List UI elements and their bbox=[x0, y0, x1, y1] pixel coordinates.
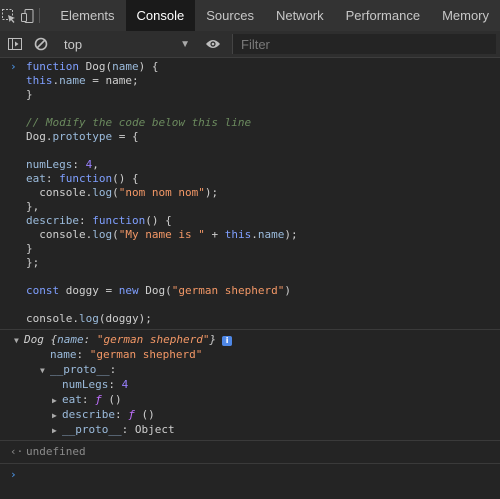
tab-performance[interactable]: Performance bbox=[335, 0, 431, 31]
code-line: eat: function() { bbox=[26, 172, 139, 185]
context-label: top bbox=[64, 36, 83, 52]
filter-input[interactable] bbox=[232, 34, 496, 54]
property-row-proto[interactable]: ▼ __proto__: bbox=[0, 362, 500, 377]
code-line: console.log(doggy); bbox=[26, 312, 152, 325]
code-line: console.log("My name is " + this.name); bbox=[26, 228, 298, 241]
expand-triangle-icon[interactable]: ▼ bbox=[14, 333, 24, 348]
code-line: this.name = name; bbox=[26, 74, 139, 87]
code-line: const doggy = new Dog("german shepherd") bbox=[26, 284, 291, 297]
console-prompt-input[interactable]: › bbox=[0, 468, 500, 482]
code-line: Dog.prototype = { bbox=[26, 130, 139, 143]
object-summary[interactable]: ▼ Dog {name: "german shepherd"} i bbox=[0, 332, 500, 347]
code-line: // Modify the code below this line bbox=[26, 116, 252, 129]
property-row[interactable]: ▶ describe: ƒ () bbox=[0, 407, 500, 422]
clear-console-icon[interactable] bbox=[30, 33, 52, 55]
console-toolbar: top ▼ bbox=[0, 31, 500, 58]
chevron-down-icon: ▼ bbox=[180, 38, 190, 50]
code-line: console.log("nom nom nom"); bbox=[26, 186, 219, 199]
show-sidebar-icon[interactable] bbox=[4, 33, 26, 55]
property-row: name: "german shepherd" bbox=[50, 348, 203, 361]
collapse-triangle-icon[interactable]: ▶ bbox=[52, 423, 62, 438]
code-line: › function Dog(name) { bbox=[10, 60, 159, 73]
expand-triangle-icon[interactable]: ▼ bbox=[40, 363, 50, 378]
tab-memory[interactable]: Memory bbox=[431, 0, 500, 31]
context-selector[interactable]: top ▼ bbox=[56, 37, 194, 52]
code-line: } bbox=[26, 242, 33, 255]
code-line: }; bbox=[26, 256, 40, 269]
tab-separator bbox=[38, 8, 40, 23]
console-input-entry: › function Dog(name) { this.name = name; … bbox=[0, 58, 500, 330]
devtools-tab-bar: Elements Console Sources Network Perform… bbox=[0, 0, 500, 32]
property-row: numLegs: 4 bbox=[62, 378, 129, 391]
console-log-entry: ▼ Dog {name: "german shepherd"} i name: "g… bbox=[0, 330, 500, 441]
prompt-chevron-icon: › bbox=[10, 60, 17, 73]
tab-elements[interactable]: Elements bbox=[49, 0, 125, 31]
prompt-chevron-icon: › bbox=[10, 468, 17, 481]
console-output: › function Dog(name) { this.name = name; … bbox=[0, 58, 500, 486]
property-row[interactable]: ▶ eat: ƒ () bbox=[0, 392, 500, 407]
collapse-triangle-icon[interactable]: ▶ bbox=[52, 393, 62, 408]
inspect-element-icon[interactable] bbox=[0, 0, 18, 31]
result-line: ‹· undefined bbox=[10, 445, 86, 458]
tab-network[interactable]: Network bbox=[265, 0, 335, 31]
property-row[interactable]: ▶ __proto__: Object bbox=[0, 422, 500, 437]
console-result-entry: ‹· undefined bbox=[0, 441, 500, 464]
info-icon[interactable]: i bbox=[222, 336, 233, 346]
tab-sources[interactable]: Sources bbox=[195, 0, 265, 31]
console-prompt-entry[interactable]: › bbox=[0, 464, 500, 486]
tab-console[interactable]: Console bbox=[125, 0, 196, 31]
result-arrow-icon: ‹· bbox=[10, 445, 24, 458]
code-line: describe: function() { bbox=[26, 214, 172, 227]
code-line: numLegs: 4, bbox=[26, 158, 99, 171]
live-expression-eye-icon[interactable] bbox=[202, 33, 224, 55]
code-line: } bbox=[26, 88, 33, 101]
device-toolbar-icon[interactable] bbox=[18, 0, 36, 31]
code-line: }, bbox=[26, 200, 40, 213]
collapse-triangle-icon[interactable]: ▶ bbox=[52, 408, 62, 423]
